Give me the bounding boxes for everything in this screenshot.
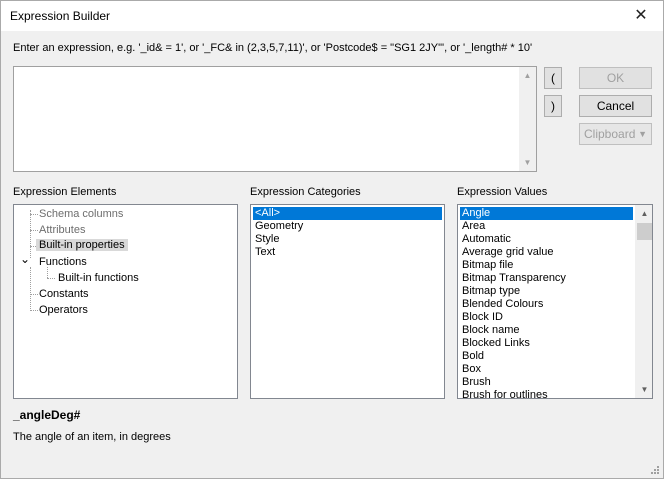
categories-label: Expression Categories [250, 186, 361, 198]
clipboard-button[interactable]: Clipboard ▼ [579, 123, 652, 145]
list-item[interactable]: Bitmap file [460, 259, 513, 272]
tree-line [30, 210, 31, 258]
chevron-down-icon[interactable]: ⌄ [20, 252, 30, 266]
list-item[interactable]: Bitmap Transparency [460, 272, 566, 285]
list-item[interactable]: Box [460, 363, 481, 376]
list-item[interactable]: Text [253, 246, 275, 259]
expression-builder-window: Expression Builder ✕ Enter an expression… [0, 0, 664, 479]
list-item[interactable]: Average grid value [460, 246, 554, 259]
close-paren-button[interactable]: ) [544, 95, 562, 117]
scroll-down-icon[interactable]: ▼ [519, 154, 536, 171]
list-item[interactable]: Blended Colours [460, 298, 543, 311]
list-item[interactable]: Angle [460, 207, 633, 220]
tree-line [30, 230, 38, 231]
window-title: Expression Builder [10, 9, 111, 23]
list-item[interactable]: Automatic [460, 233, 511, 246]
list-item[interactable]: Bold [460, 350, 484, 363]
tree-item-functions[interactable]: Functions [39, 256, 87, 268]
tree-line [30, 294, 38, 295]
chevron-down-icon: ▼ [638, 129, 647, 139]
expression-prompt: Enter an expression, e.g. '_id& = 1', or… [13, 42, 533, 54]
tree-line [47, 278, 55, 279]
resize-grip-icon[interactable] [648, 463, 660, 475]
scroll-down-icon[interactable]: ▼ [636, 381, 652, 398]
selected-item-description: The angle of an item, in degrees [13, 431, 171, 443]
values-list[interactable]: Angle Area Automatic Average grid value … [457, 204, 653, 399]
list-item[interactable]: Geometry [253, 220, 303, 233]
selected-item-name: _angleDeg# [13, 408, 81, 422]
elements-tree[interactable]: Schema columns Attributes Built-in prope… [13, 204, 238, 399]
scroll-up-icon[interactable]: ▲ [636, 205, 652, 222]
list-item[interactable]: Style [253, 233, 279, 246]
tree-item-operators[interactable]: Operators [39, 304, 88, 316]
tree-item-built-in-properties[interactable]: Built-in properties [36, 239, 128, 251]
list-item[interactable]: Bitmap type [460, 285, 520, 298]
tree-line [30, 310, 38, 311]
open-paren-button[interactable]: ( [544, 67, 562, 89]
tree-line [30, 214, 38, 215]
tree-item-constants[interactable]: Constants [39, 288, 89, 300]
scroll-up-icon[interactable]: ▲ [519, 67, 536, 84]
list-item[interactable]: Block ID [460, 311, 503, 324]
elements-label: Expression Elements [13, 186, 117, 198]
values-scrollbar[interactable]: ▲ ▼ [635, 205, 652, 398]
scroll-thumb[interactable] [637, 223, 652, 240]
values-label: Expression Values [457, 186, 548, 198]
tree-item-schema-columns[interactable]: Schema columns [39, 208, 123, 220]
list-item[interactable]: Blocked Links [460, 337, 530, 350]
close-icon[interactable]: ✕ [631, 6, 651, 26]
expression-input[interactable]: ▲ ▼ [13, 66, 537, 172]
tree-line [30, 267, 31, 311]
tree-item-attributes[interactable]: Attributes [39, 224, 85, 236]
list-item[interactable]: Block name [460, 324, 519, 337]
tree-item-built-in-functions[interactable]: Built-in functions [58, 272, 139, 284]
list-item[interactable]: Brush for outlines [460, 389, 548, 398]
title-bar: Expression Builder ✕ [1, 1, 663, 31]
list-item[interactable]: <All> [253, 207, 442, 220]
expression-scrollbar[interactable]: ▲ ▼ [519, 67, 536, 171]
list-item[interactable]: Brush [460, 376, 491, 389]
tree-line [47, 267, 48, 278]
ok-button[interactable]: OK [579, 67, 652, 89]
cancel-button[interactable]: Cancel [579, 95, 652, 117]
list-item[interactable]: Area [460, 220, 485, 233]
clipboard-label: Clipboard [584, 127, 636, 141]
categories-list[interactable]: <All> Geometry Style Text [250, 204, 445, 399]
